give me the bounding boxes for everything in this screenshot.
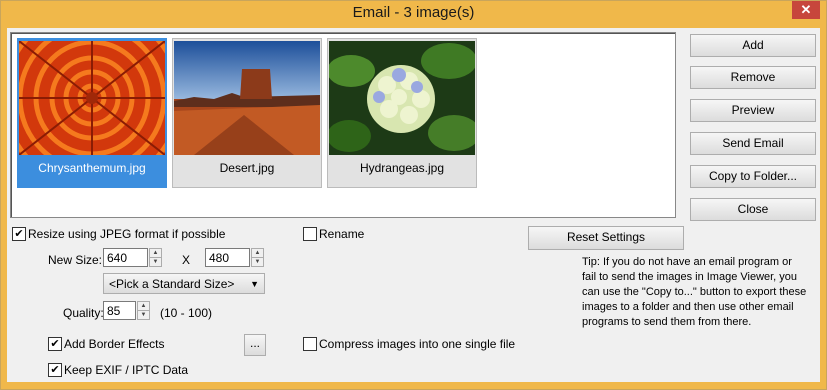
copy-to-folder-button[interactable]: Copy to Folder... <box>690 165 816 188</box>
dialog-body: Chrysanthemum.jpg Desert.jpg Hydrangeas.… <box>7 28 820 382</box>
title-bar: Email - 3 image(s) ✕ <box>1 1 826 27</box>
desert-image <box>174 41 320 155</box>
preview-button[interactable]: Preview <box>690 99 816 122</box>
quality-range: (10 - 100) <box>160 306 213 320</box>
resize-checkbox[interactable]: ✔ <box>12 227 26 241</box>
close-button[interactable]: Close <box>690 198 816 221</box>
rename-label: Rename <box>319 227 365 241</box>
border-effects-label: Add Border Effects <box>64 337 165 351</box>
height-spinner[interactable]: ▲ ▼ <box>251 248 264 267</box>
image-thumbnail[interactable]: Chrysanthemum.jpg <box>17 38 167 188</box>
chevron-down-icon: ▼ <box>250 279 259 289</box>
image-caption: Hydrangeas.jpg <box>359 161 445 175</box>
image-thumbnail[interactable]: Desert.jpg <box>172 38 322 188</box>
keep-exif-label: Keep EXIF / IPTC Data <box>64 363 189 377</box>
rename-checkbox[interactable] <box>303 227 317 241</box>
image-caption: Desert.jpg <box>219 161 275 175</box>
keep-exif-checkbox[interactable]: ✔ <box>48 363 62 377</box>
compress-checkbox[interactable] <box>303 337 317 351</box>
quality-label: Quality: <box>63 306 104 320</box>
height-input[interactable]: 480 <box>205 248 250 267</box>
resize-label: Resize using JPEG format if possible <box>28 227 226 241</box>
close-window-button[interactable]: ✕ <box>792 1 820 19</box>
compress-label: Compress images into one single file <box>319 337 516 351</box>
add-button[interactable]: Add <box>690 34 816 57</box>
new-size-label: New Size: <box>48 253 103 267</box>
reset-settings-button[interactable]: Reset Settings <box>528 226 684 250</box>
window-title: Email - 3 image(s) <box>352 4 475 21</box>
times-label: X <box>182 253 191 267</box>
send-email-button[interactable]: Send Email <box>690 132 816 155</box>
width-spinner[interactable]: ▲ ▼ <box>149 248 162 267</box>
image-thumbnail[interactable]: Hydrangeas.jpg <box>327 38 477 188</box>
chrysanthemum-image <box>19 41 165 155</box>
quality-spinner[interactable]: ▲ ▼ <box>137 301 150 320</box>
standard-size-value: <Pick a Standard Size> <box>109 277 235 291</box>
image-caption: Chrysanthemum.jpg <box>38 161 146 175</box>
width-input[interactable]: 640 <box>103 248 148 267</box>
tip-text: Tip: If you do not have an email program… <box>582 256 807 328</box>
hydrangeas-image <box>329 41 475 155</box>
email-dialog: Email - 3 image(s) ✕ Chrysanthemum.jpg D… <box>0 0 827 390</box>
standard-size-select[interactable]: <Pick a Standard Size> ▼ <box>103 273 265 294</box>
image-list[interactable]: Chrysanthemum.jpg Desert.jpg Hydrangeas.… <box>10 32 676 218</box>
border-effects-checkbox[interactable]: ✔ <box>48 337 62 351</box>
remove-button[interactable]: Remove <box>690 66 816 89</box>
quality-input[interactable]: 85 <box>103 301 136 320</box>
border-settings-button[interactable]: ... <box>244 334 266 356</box>
